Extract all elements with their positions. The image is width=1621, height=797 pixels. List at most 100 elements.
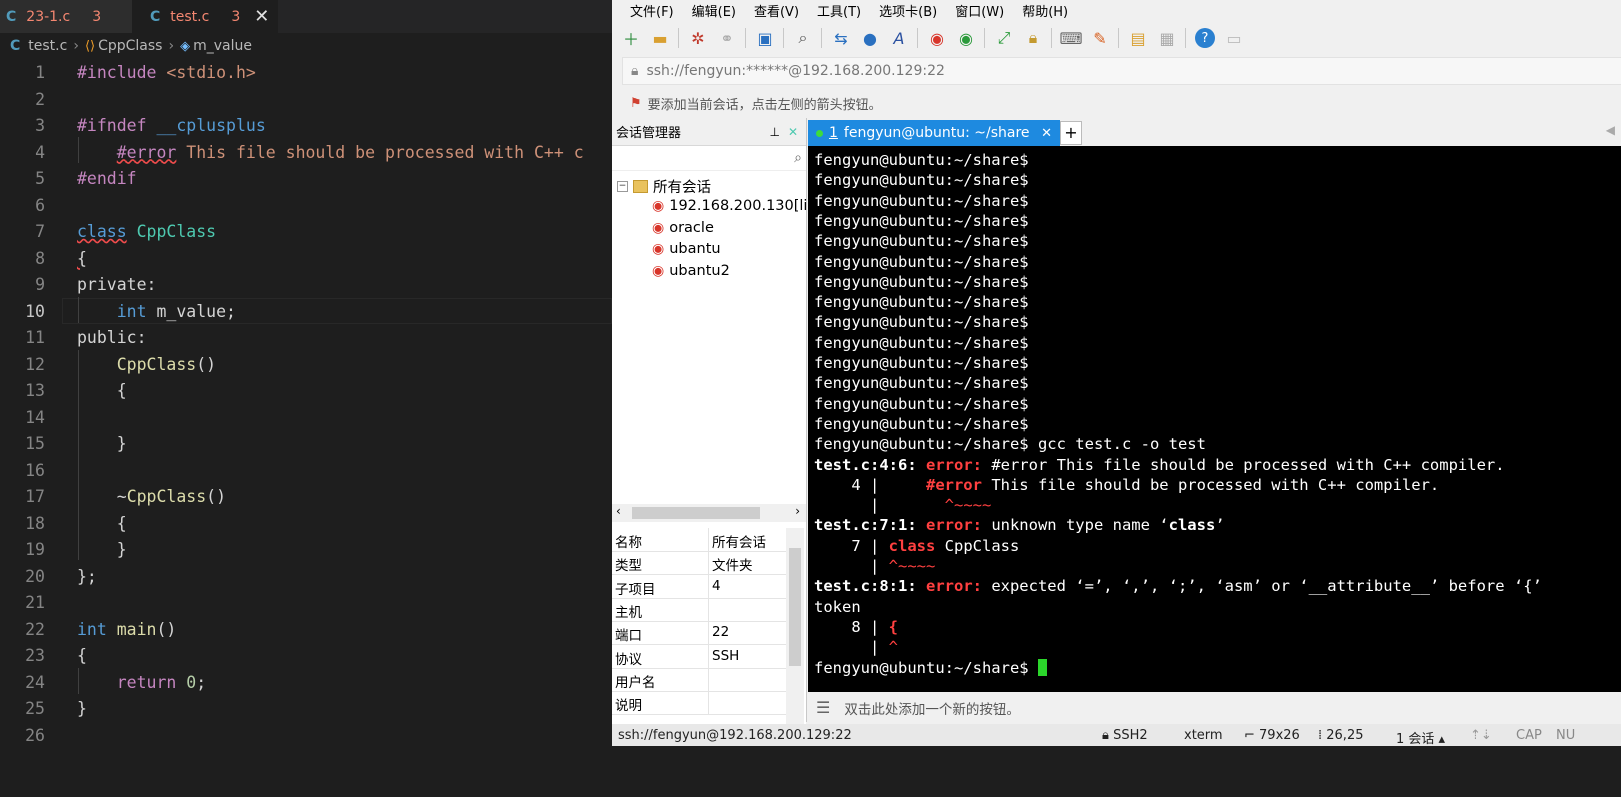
connect-icon[interactable]: ✲ bbox=[688, 28, 708, 48]
status-sessions[interactable]: 1 会话 ▴ bbox=[1396, 728, 1445, 747]
property-row[interactable]: 子项目 4 bbox=[612, 574, 786, 599]
code-line[interactable]: 6 bbox=[0, 193, 612, 219]
code-token: #error bbox=[116, 142, 177, 162]
code-line[interactable]: 18 { bbox=[0, 511, 612, 537]
property-row[interactable]: 说明 bbox=[612, 691, 786, 716]
scroll-thumb[interactable] bbox=[789, 548, 801, 666]
search-icon[interactable]: ⌕ bbox=[794, 150, 802, 166]
bookmark-arrow-icon[interactable]: ⚑ bbox=[630, 96, 642, 111]
chat-icon[interactable]: ▭ bbox=[1224, 28, 1244, 48]
code-line[interactable]: 21 bbox=[0, 590, 612, 616]
xftp-icon[interactable]: ◉ bbox=[956, 28, 976, 48]
tree-root[interactable]: − 所有会话 bbox=[617, 176, 711, 197]
quick-command-bar[interactable]: ☰ 双击此处添加一个新的按钮。 bbox=[808, 692, 1621, 723]
session-search[interactable]: ⌕ bbox=[612, 146, 806, 171]
session-item[interactable]: ◉ ubantu bbox=[652, 241, 721, 257]
property-row[interactable]: 端口 22 bbox=[612, 621, 786, 646]
property-row[interactable]: 类型 文件夹 bbox=[612, 551, 786, 576]
menu-item[interactable]: 工具(T) bbox=[817, 1, 861, 20]
tab-23-1-c[interactable]: C 23-1.c 3 bbox=[0, 0, 132, 33]
code-editor[interactable]: C 23-1.c 3 C test.c 3 ✕ C test.c › ⟨⟩ Cp… bbox=[0, 0, 612, 797]
address-bar[interactable]: 🔒︎ ssh://fengyun:******@192.168.200.129:… bbox=[622, 57, 1621, 85]
status-connection: ssh://fengyun@192.168.200.129:22 bbox=[618, 728, 852, 743]
code-line[interactable]: 25} bbox=[0, 696, 612, 722]
property-row[interactable]: 主机 bbox=[612, 597, 786, 622]
code-line[interactable]: 26 bbox=[0, 723, 612, 749]
layout-icon[interactable]: ▦ bbox=[1157, 28, 1177, 48]
terminal-line: fengyun@ubuntu:~/share$ bbox=[814, 191, 1029, 211]
code-line[interactable]: 11 public: bbox=[0, 325, 612, 351]
add-tab-button[interactable]: + bbox=[1060, 121, 1082, 145]
help-icon[interactable]: ? bbox=[1195, 28, 1215, 48]
session-item[interactable]: ◉ 192.168.200.130[lir bbox=[652, 198, 813, 214]
globe-icon[interactable]: ● bbox=[860, 28, 880, 48]
code-line[interactable]: 3 #ifndef __cplusplus bbox=[0, 113, 612, 139]
pin-icon[interactable]: ⊥ bbox=[769, 125, 779, 139]
code-line[interactable]: 24 return 0; bbox=[0, 670, 612, 696]
code-token: #include bbox=[77, 63, 157, 82]
horizontal-scrollbar[interactable]: ‹ › bbox=[612, 504, 806, 522]
new-tab-icon[interactable]: ▤ bbox=[1128, 28, 1148, 48]
menu-icon[interactable]: ☰ bbox=[816, 698, 830, 717]
scroll-left-icon[interactable]: ‹ bbox=[616, 504, 621, 518]
code-line[interactable]: 20}; bbox=[0, 564, 612, 590]
session-item[interactable]: ◉ oracle bbox=[652, 220, 714, 236]
lock-icon: 🔒︎ bbox=[631, 63, 639, 79]
code-line[interactable]: 5 #endif bbox=[0, 166, 612, 192]
keyboard-icon[interactable]: ⌨ bbox=[1059, 28, 1082, 48]
property-row[interactable]: 协议 SSH bbox=[612, 644, 786, 669]
menu-item[interactable]: 编辑(E) bbox=[692, 1, 736, 20]
breadcrumb-field[interactable]: m_value bbox=[193, 38, 252, 54]
scroll-right-icon[interactable]: › bbox=[795, 504, 800, 518]
menu-item[interactable]: 帮助(H) bbox=[1022, 1, 1068, 20]
code-line[interactable]: 14 bbox=[0, 405, 612, 431]
properties-icon[interactable]: ▣ bbox=[755, 28, 775, 48]
open-folder-icon[interactable]: ▬ bbox=[650, 28, 670, 48]
code-line[interactable]: 1 #include <stdio.h> bbox=[0, 60, 612, 86]
code-line[interactable]: 7 class CppClass bbox=[0, 219, 612, 245]
code-line[interactable]: 13 { bbox=[0, 378, 612, 404]
vertical-scrollbar[interactable] bbox=[786, 528, 804, 724]
terminal-output[interactable]: fengyun@ubuntu:~/share$ fengyun@ubuntu:~/… bbox=[808, 146, 1621, 692]
menu-item[interactable]: 文件(F) bbox=[630, 1, 674, 20]
transfer-icon[interactable]: ⇆ bbox=[831, 28, 851, 48]
new-session-icon[interactable]: ＋ bbox=[621, 28, 641, 49]
code-line[interactable]: 12 CppClass() bbox=[0, 352, 612, 378]
code-line[interactable]: 9 private: bbox=[0, 272, 612, 298]
property-row[interactable]: 名称 所有会话 bbox=[612, 528, 786, 552]
code-line[interactable]: 17 ~CppClass() bbox=[0, 484, 612, 510]
xshell-icon[interactable]: ◉ bbox=[927, 28, 947, 48]
scroll-thumb[interactable] bbox=[632, 507, 760, 519]
close-tab-icon[interactable]: ✕ bbox=[1041, 126, 1052, 141]
scroll-tabs-left-icon[interactable]: ◀ bbox=[1606, 123, 1615, 137]
menu-item[interactable]: 查看(V) bbox=[754, 1, 799, 20]
code-line[interactable]: 4 #error This file should be processed w… bbox=[0, 140, 612, 166]
font-icon[interactable]: A bbox=[889, 28, 909, 48]
breadcrumb-file[interactable]: test.c bbox=[28, 38, 67, 54]
fullscreen-icon[interactable]: ⤢ bbox=[994, 28, 1014, 48]
breadcrumb-class[interactable]: CppClass bbox=[98, 38, 162, 54]
close-tab-icon[interactable]: ✕ bbox=[254, 6, 269, 27]
tab-test-c[interactable]: C test.c 3 ✕ bbox=[132, 0, 278, 33]
search-icon[interactable]: ⌕ bbox=[793, 28, 813, 48]
highlight-icon[interactable]: ✎ bbox=[1090, 28, 1110, 48]
property-row[interactable]: 用户名 bbox=[612, 667, 786, 692]
menu-item[interactable]: 选项卡(B) bbox=[879, 1, 937, 20]
status-scroll-arrows[interactable]: ⇡⇣ bbox=[1470, 728, 1492, 743]
code-line[interactable]: 19 } bbox=[0, 537, 612, 563]
menu-item[interactable]: 窗口(W) bbox=[955, 1, 1004, 20]
code-line[interactable]: 8{ bbox=[0, 246, 612, 272]
terminal-tab[interactable]: 1 fengyun@ubuntu: ~/share ✕ bbox=[808, 120, 1060, 146]
disconnect-icon[interactable]: ⚭ bbox=[717, 28, 737, 48]
terminal-line: token bbox=[814, 597, 861, 617]
lock-icon[interactable]: 🔒︎ bbox=[1023, 28, 1043, 48]
code-line[interactable]: 16 bbox=[0, 458, 612, 484]
close-icon[interactable]: ✕ bbox=[788, 125, 798, 139]
code-line[interactable]: 2 bbox=[0, 87, 612, 113]
session-item[interactable]: ◉ ubantu2 bbox=[652, 263, 730, 279]
collapse-icon[interactable]: − bbox=[617, 181, 628, 192]
code-line[interactable]: 22 int main() bbox=[0, 617, 612, 643]
code-line[interactable]: 15 } bbox=[0, 431, 612, 457]
code-line[interactable]: 23 { bbox=[0, 643, 612, 669]
code-line[interactable]: 10 int m_value; bbox=[0, 299, 612, 325]
